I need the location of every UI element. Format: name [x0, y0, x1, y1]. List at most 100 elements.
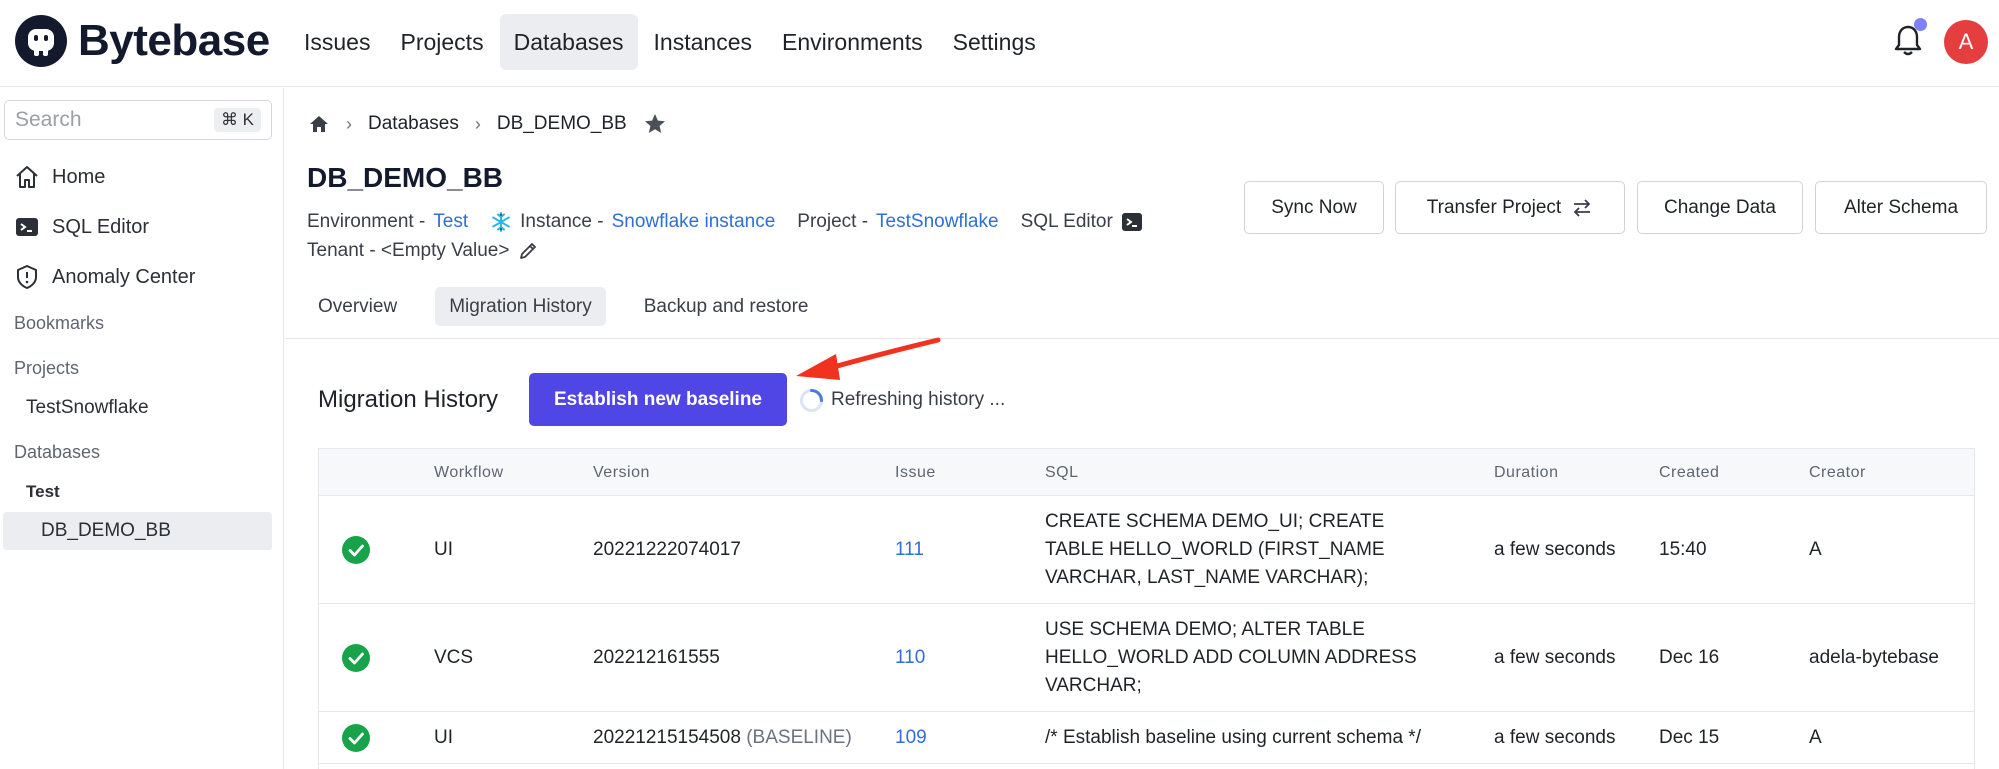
nav-projects[interactable]: Projects — [386, 14, 497, 70]
sidebar-item-label: Anomaly Center — [52, 265, 196, 288]
migration-history-title: Migration History — [318, 386, 499, 413]
change-data-button[interactable]: Change Data — [1637, 181, 1803, 234]
col-sql: SQL — [1045, 464, 1079, 481]
button-label: Transfer Project — [1426, 196, 1562, 218]
tab-divider — [285, 338, 1999, 339]
cell-issue-link[interactable]: 110 — [895, 647, 925, 669]
alter-schema-button[interactable]: Alter Schema — [1815, 181, 1987, 234]
nav-issues[interactable]: Issues — [290, 14, 384, 70]
nav-environments[interactable]: Environments — [768, 14, 937, 70]
nav-databases[interactable]: Databases — [499, 14, 638, 70]
table-row[interactable]: VCS 202212161555 110 USE SCHEMA DEMO; AL… — [319, 604, 1974, 712]
sidebar-item-label: Home — [52, 165, 106, 188]
home-icon[interactable] — [308, 113, 330, 135]
sidebar-bookmarks-label[interactable]: Bookmarks — [14, 313, 104, 334]
button-label: Alter Schema — [1843, 196, 1959, 218]
version-number: 20221215154508 — [593, 727, 741, 748]
swap-icon — [1573, 198, 1591, 217]
cell-duration: a few seconds — [1494, 647, 1616, 668]
sidebar-db-demo-bb[interactable]: DB_DEMO_BB — [3, 512, 272, 550]
establish-baseline-button[interactable]: Establish new baseline — [529, 373, 787, 426]
breadcrumb-current: DB_DEMO_BB — [496, 113, 627, 134]
breadcrumb-databases[interactable]: Databases — [368, 113, 459, 135]
table-row[interactable]: UI 20221215154508 (BASELINE) 109 /* Esta… — [319, 712, 1974, 764]
table-header: Workflow Version Issue SQL Duration Crea… — [319, 449, 1974, 496]
search-placeholder: Search — [15, 108, 82, 131]
button-label: Sync Now — [1271, 196, 1357, 218]
database-meta: Environment - Test Instance - Snowflake … — [307, 211, 1143, 233]
col-creator: Creator — [1809, 464, 1866, 481]
cell-created: 15:40 — [1659, 539, 1707, 560]
table-row[interactable]: UI 20221222074017 111 CREATE SCHEMA DEMO… — [319, 496, 1974, 604]
home-icon — [16, 166, 38, 188]
cell-version: 20221222074017 — [593, 539, 741, 560]
cell-created: Dec 15 — [1659, 727, 1720, 748]
col-version: Version — [593, 464, 650, 481]
instance-label: Instance - — [520, 211, 604, 232]
star-icon[interactable] — [643, 112, 667, 136]
user-avatar[interactable]: A — [1944, 20, 1988, 64]
button-label: Change Data — [1664, 196, 1776, 218]
notification-dot — [1914, 18, 1927, 31]
search-input[interactable]: Search ⌘ K — [4, 100, 272, 140]
database-tabs: Overview Migration History Backup and re… — [304, 287, 823, 326]
baseline-tag: (BASELINE) — [746, 727, 852, 748]
cell-issue-link[interactable]: 111 — [895, 539, 924, 561]
cell-creator: A — [1809, 727, 1822, 748]
cell-sql: USE SCHEMA DEMO; ALTER TABLE HELLO_WORLD… — [1045, 619, 1417, 696]
sidebar-projects-label[interactable]: Projects — [14, 358, 79, 379]
nav-settings[interactable]: Settings — [939, 14, 1050, 70]
snowflake-icon — [492, 212, 510, 232]
tab-overview[interactable]: Overview — [304, 287, 411, 326]
sidebar-item-label: SQL Editor — [52, 215, 150, 238]
sidebar-project-testsnowflake[interactable]: TestSnowflake — [26, 397, 149, 419]
annotation-arrow-icon — [796, 337, 941, 380]
pencil-icon[interactable] — [517, 240, 539, 262]
search-shortcut: ⌘ K — [213, 108, 261, 132]
sidebar-item-home[interactable]: Home — [14, 164, 105, 190]
project-label: Project - — [797, 211, 869, 232]
cell-creator: A — [1809, 539, 1822, 560]
tenant-value: Tenant - <Empty Value> — [307, 240, 510, 261]
sidebar-item-sql-editor[interactable]: SQL Editor — [14, 214, 149, 240]
sync-now-button[interactable]: Sync Now — [1244, 181, 1384, 234]
terminal-icon — [16, 218, 38, 236]
instance-link[interactable]: Snowflake instance — [612, 211, 776, 233]
migration-history-table: Workflow Version Issue SQL Duration Crea… — [318, 448, 1975, 769]
sql-editor-link[interactable]: SQL Editor — [1021, 211, 1113, 233]
success-check-icon — [342, 536, 370, 564]
col-issue: Issue — [895, 464, 936, 481]
bytebase-logo[interactable]: Bytebase — [14, 14, 270, 68]
cell-version: 202212161555 — [593, 647, 720, 668]
cell-created: Dec 16 — [1659, 647, 1720, 668]
brand-name: Bytebase — [78, 16, 270, 65]
cell-creator: adela-bytebase — [1809, 647, 1939, 668]
env-link[interactable]: Test — [433, 211, 468, 233]
nav-instances[interactable]: Instances — [640, 14, 766, 70]
cell-sql: /* Establish baseline using current sche… — [1045, 727, 1421, 748]
cell-duration: a few seconds — [1494, 539, 1616, 560]
cell-sql: CREATE SCHEMA DEMO_UI; CREATE TABLE HELL… — [1045, 511, 1385, 588]
cell-version: 20221215154508 (BASELINE) — [593, 727, 852, 749]
tab-migration-history[interactable]: Migration History — [435, 287, 606, 326]
refreshing-status: Refreshing history ... — [831, 389, 1006, 410]
terminal-icon[interactable] — [1121, 211, 1143, 233]
shield-icon — [17, 265, 37, 289]
env-label: Environment - — [307, 211, 426, 232]
cell-workflow: UI — [434, 727, 453, 748]
success-check-icon — [342, 724, 370, 752]
tab-backup-restore[interactable]: Backup and restore — [630, 287, 823, 326]
page-title: DB_DEMO_BB — [307, 162, 504, 193]
success-check-icon — [342, 644, 370, 672]
col-created: Created — [1659, 464, 1720, 481]
cell-workflow: VCS — [434, 647, 474, 668]
sidebar-item-anomaly-center[interactable]: Anomaly Center — [14, 264, 195, 290]
transfer-project-button[interactable]: Transfer Project — [1395, 181, 1625, 234]
sidebar-databases-label[interactable]: Databases — [14, 442, 100, 463]
col-workflow: Workflow — [434, 464, 504, 481]
chevron-right-icon: › — [346, 113, 352, 134]
cell-issue-link[interactable]: 109 — [895, 727, 927, 749]
tenant-meta: Tenant - <Empty Value> — [307, 240, 539, 262]
project-link[interactable]: TestSnowflake — [876, 211, 999, 233]
breadcrumb: › Databases › DB_DEMO_BB — [308, 112, 667, 136]
